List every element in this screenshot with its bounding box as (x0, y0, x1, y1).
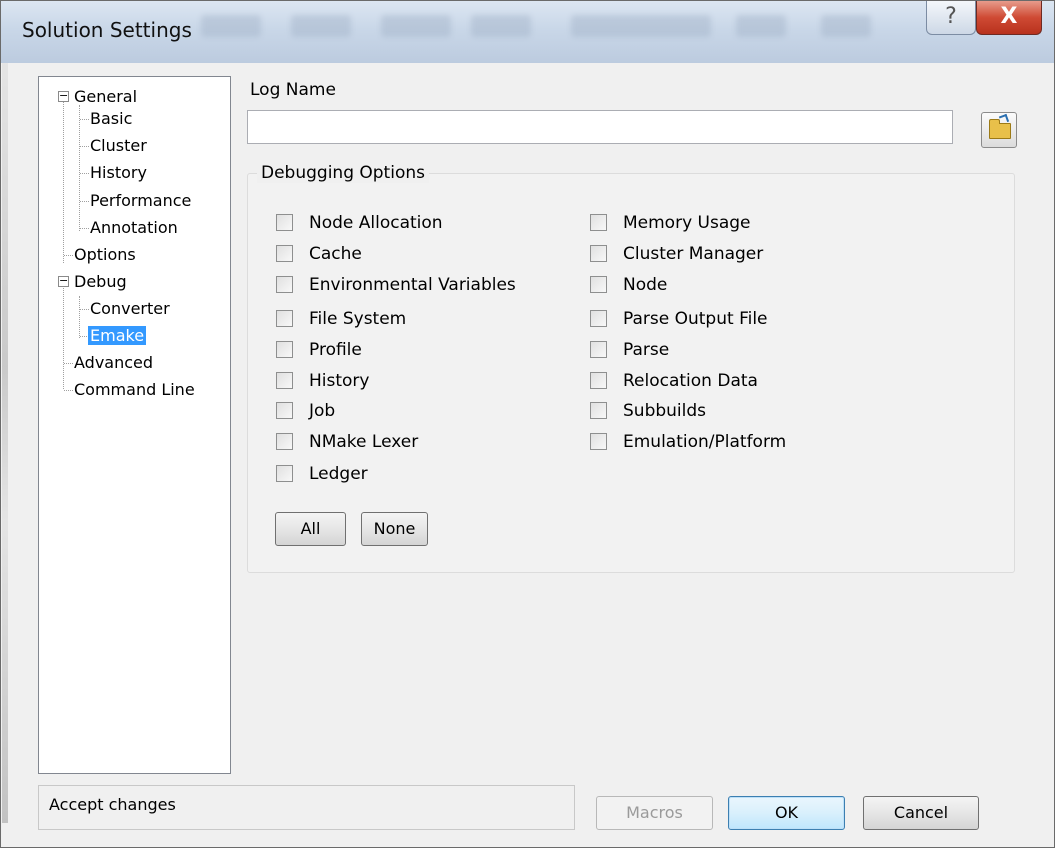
solution-settings-dialog: Solution Settings ? X − General Basic Cl… (0, 0, 1055, 848)
macros-button[interactable]: Macros (596, 796, 713, 830)
background-blur (381, 15, 451, 37)
help-icon: ? (945, 4, 957, 29)
tree-item-options[interactable]: Options (72, 244, 138, 266)
checkbox-box[interactable] (276, 310, 293, 327)
title-bar[interactable]: Solution Settings ? X (1, 1, 1054, 63)
browse-button[interactable] (981, 112, 1017, 148)
checkbox-box[interactable] (590, 372, 607, 389)
checkbox-box[interactable] (276, 402, 293, 419)
checkbox-box[interactable] (276, 465, 293, 482)
debugging-options-title: Debugging Options (257, 163, 429, 183)
tree-item-command-line[interactable]: Command Line (72, 379, 197, 401)
status-panel: Accept changes (38, 785, 575, 830)
tree-item-general[interactable]: General (72, 86, 139, 108)
checkbox-box[interactable] (276, 276, 293, 293)
collapse-icon[interactable]: − (58, 275, 69, 287)
checkbox-box[interactable] (590, 341, 607, 358)
tree-item-converter[interactable]: Converter (88, 298, 172, 320)
tree-item-basic[interactable]: Basic (88, 108, 134, 130)
checkbox-box[interactable] (590, 433, 607, 450)
select-none-button[interactable]: None (361, 512, 428, 546)
tree-connector (79, 105, 80, 231)
select-all-button[interactable]: All (275, 512, 346, 546)
close-icon: X (1000, 4, 1018, 29)
background-edge (2, 63, 8, 823)
checkbox-box[interactable] (590, 245, 607, 262)
checkbox-box[interactable] (590, 310, 607, 327)
tree-item-debug[interactable]: Debug (72, 271, 129, 293)
open-folder-icon (989, 119, 1011, 139)
checkbox-box[interactable] (276, 433, 293, 450)
window-title: Solution Settings (22, 18, 192, 42)
collapse-icon[interactable]: − (58, 90, 69, 102)
background-blur (471, 15, 531, 37)
background-blur (821, 15, 871, 37)
checkbox-box[interactable] (276, 341, 293, 358)
close-button[interactable]: X (976, 1, 1042, 35)
tree-item-history[interactable]: History (88, 162, 149, 184)
tree-item-cluster[interactable]: Cluster (88, 135, 149, 157)
status-text: Accept changes (49, 795, 176, 814)
help-button[interactable]: ? (926, 1, 976, 35)
tree-item-performance[interactable]: Performance (88, 190, 193, 212)
background-blur (736, 15, 786, 37)
tree-connector (79, 296, 80, 338)
log-name-label: Log Name (250, 80, 336, 100)
tree-connector (63, 281, 64, 389)
tree-item-advanced[interactable]: Advanced (72, 352, 155, 374)
ok-button[interactable]: OK (728, 796, 845, 830)
tree-item-emake[interactable]: Emake (88, 325, 147, 347)
checkbox-box[interactable] (276, 245, 293, 262)
checkbox-box[interactable] (590, 214, 607, 231)
tree-item-annotation[interactable]: Annotation (88, 217, 180, 239)
checkbox-box[interactable] (590, 402, 607, 419)
settings-tree[interactable]: − General Basic Cluster History Performa… (38, 76, 231, 774)
checkbox-box[interactable] (590, 276, 607, 293)
background-blur (201, 15, 261, 37)
log-name-input[interactable] (247, 110, 953, 144)
tree-connector (63, 101, 64, 263)
checkbox-box[interactable] (276, 214, 293, 231)
cancel-button[interactable]: Cancel (863, 796, 979, 830)
checkbox-box[interactable] (276, 372, 293, 389)
background-blur (291, 15, 351, 37)
background-blur (571, 15, 711, 37)
